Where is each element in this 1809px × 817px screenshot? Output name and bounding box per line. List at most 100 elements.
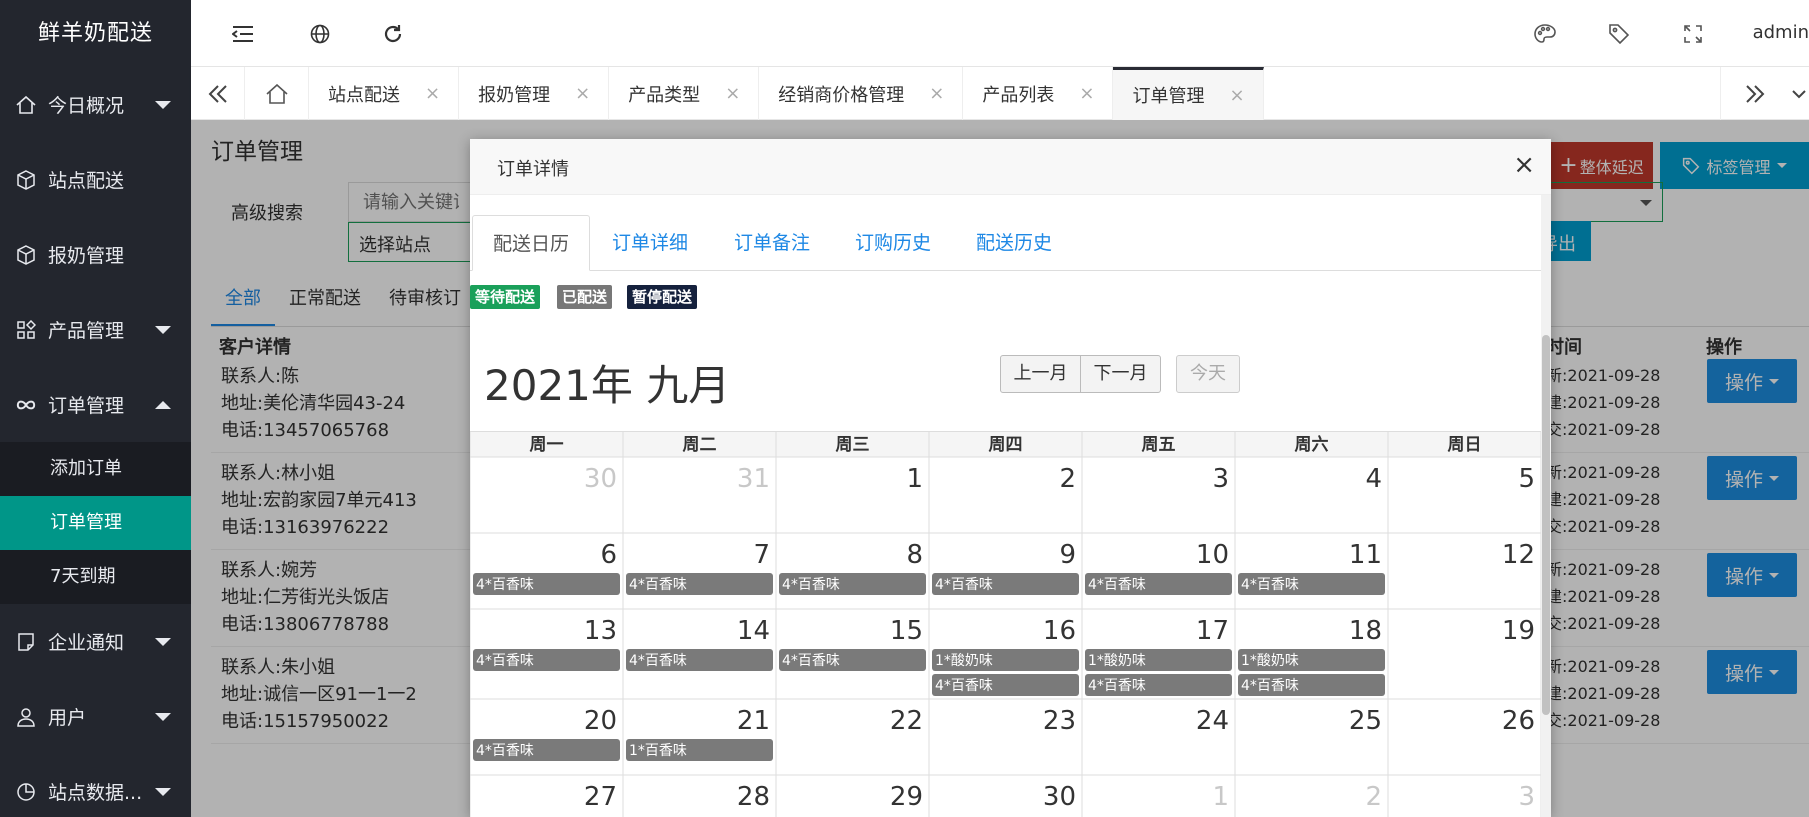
close-icon[interactable]: × [575,83,590,104]
submenu-item-1[interactable]: 订单管理 [0,496,191,550]
page-tab-3[interactable]: 经销商价格管理 × [759,67,964,120]
delivery-event[interactable]: 4*百香味 [626,573,773,595]
delivery-event[interactable]: 1*百香味 [626,739,773,761]
calendar-day-number[interactable]: 16 [1043,616,1076,646]
calendar-day-number[interactable]: 3 [1518,782,1535,812]
calendar-day-number[interactable]: 9 [1059,540,1076,570]
delivery-event[interactable]: 1*酸奶味 [1238,649,1385,671]
page-tab-0[interactable]: 站点配送 × [309,67,460,120]
calendar-day-number[interactable]: 14 [737,616,770,646]
collapse-menu-icon[interactable] [231,22,255,46]
calendar-day-number[interactable]: 30 [1043,782,1076,812]
calendar-day-number[interactable]: 20 [584,706,617,736]
sidebar-item-7[interactable]: 站点数据... [0,754,191,817]
modal-tab-2[interactable]: 订单备注 [734,215,810,271]
delivery-event[interactable]: 4*百香味 [473,573,620,595]
modal-scrollbar[interactable] [1541,195,1551,817]
tabs-scroll-right-button[interactable] [1720,67,1788,120]
sidebar-item-0[interactable]: 今日概况 [0,67,191,142]
delivery-event[interactable]: 1*酸奶味 [1085,649,1232,671]
delivery-event-label: 4*百香味 [476,577,534,593]
page-tab-5[interactable]: 订单管理 × [1113,67,1264,120]
close-icon[interactable]: × [1079,83,1094,104]
prev-month-button[interactable]: 上一月 [1000,355,1081,393]
next-month-button[interactable]: 下一月 [1080,355,1161,393]
calendar-day-number[interactable]: 1 [1212,782,1229,812]
close-icon[interactable]: × [725,83,740,104]
calendar-day-number[interactable]: 11 [1349,540,1382,570]
page-tab-1[interactable]: 报奶管理 × [459,67,610,120]
sidebar-item-5[interactable]: 企业通知 [0,604,191,679]
delivery-event[interactable]: 4*百香味 [779,649,926,671]
calendar-day-number[interactable]: 4 [1365,464,1382,494]
modal-tab-0[interactable]: 配送日历 [472,215,591,271]
globe-icon[interactable] [308,22,332,46]
calendar-day-number[interactable]: 31 [737,464,770,494]
submenu-item-0[interactable]: 添加订单 [0,442,191,496]
calendar-day-number[interactable]: 26 [1502,706,1535,736]
calendar-day-number[interactable]: 10 [1196,540,1229,570]
calendar-day-number[interactable]: 25 [1349,706,1382,736]
calendar-day-number[interactable]: 17 [1196,616,1229,646]
home-tab-button[interactable] [245,67,309,120]
calendar-day-number[interactable]: 12 [1502,540,1535,570]
calendar-day-number[interactable]: 5 [1518,464,1535,494]
calendar-day-number[interactable]: 18 [1349,616,1382,646]
delivery-event[interactable]: 4*百香味 [473,649,620,671]
delivery-event[interactable]: 1*酸奶味 [932,649,1079,671]
page-tab-label: 报奶管理 [478,84,551,106]
close-icon[interactable]: × [425,83,440,104]
calendar-day-number[interactable]: 27 [584,782,617,812]
delivery-event[interactable]: 4*百香味 [779,573,926,595]
calendar-day-number[interactable]: 30 [584,464,617,494]
modal-tab-4[interactable]: 配送历史 [976,215,1052,271]
calendar-day-number[interactable]: 8 [906,540,923,570]
calendar-day-number[interactable]: 29 [890,782,923,812]
calendar-day-number[interactable]: 2 [1059,464,1076,494]
calendar-day-number[interactable]: 19 [1502,616,1535,646]
delivery-event[interactable]: 4*百香味 [932,674,1079,696]
close-icon[interactable]: × [1229,85,1244,106]
today-button[interactable]: 今天 [1176,355,1240,393]
calendar-day-number[interactable]: 6 [600,540,617,570]
delivery-event[interactable]: 4*百香味 [1085,573,1232,595]
modal-tab-1[interactable]: 订单详细 [612,215,688,271]
delivery-event[interactable]: 4*百香味 [473,739,620,761]
calendar-day-number[interactable]: 13 [584,616,617,646]
calendar-day-number[interactable]: 28 [737,782,770,812]
delivery-event[interactable]: 4*百香味 [626,649,773,671]
sidebar-item-6[interactable]: 用户 [0,679,191,754]
page-tab-4[interactable]: 产品列表 × [963,67,1114,120]
submenu-item-2[interactable]: 7天到期 [0,550,191,604]
scrollbar-thumb[interactable] [1542,335,1550,715]
fullscreen-icon[interactable] [1681,22,1705,46]
refresh-icon[interactable] [381,22,405,46]
page-tab-2[interactable]: 产品类型 × [609,67,760,120]
sidebar-item-1[interactable]: 站点配送 [0,142,191,217]
theme-palette-icon[interactable] [1533,22,1557,46]
close-icon[interactable]: × [929,83,944,104]
sidebar-item-3[interactable]: 产品管理 [0,292,191,367]
tabs-menu-button[interactable] [1788,67,1809,120]
delivery-event[interactable]: 4*百香味 [1238,674,1385,696]
delivery-event[interactable]: 4*百香味 [1085,674,1232,696]
close-icon[interactable]: × [1513,152,1535,178]
calendar-day-number[interactable]: 2 [1365,782,1382,812]
tag-icon[interactable] [1607,22,1631,46]
calendar-day-number[interactable]: 23 [1043,706,1076,736]
modal-tab-3[interactable]: 订购历史 [855,215,931,271]
calendar-day-number[interactable]: 7 [753,540,770,570]
admin-user-menu[interactable]: admin [1753,22,1809,43]
calendar-day-number[interactable]: 24 [1196,706,1229,736]
delivery-event[interactable]: 4*百香味 [1238,573,1385,595]
calendar-day-number[interactable]: 3 [1212,464,1229,494]
calendar-day-number[interactable]: 1 [906,464,923,494]
delivery-event[interactable]: 4*百香味 [932,573,1079,595]
calendar-day-number[interactable]: 21 [737,706,770,736]
calendar-day-number[interactable]: 15 [890,616,923,646]
sidebar-item-4[interactable]: 订单管理 [0,367,191,442]
tabs-scroll-left-button[interactable] [191,67,245,120]
delivery-event-label: 4*百香味 [476,653,534,669]
sidebar-item-2[interactable]: 报奶管理 [0,217,191,292]
calendar-day-number[interactable]: 22 [890,706,923,736]
